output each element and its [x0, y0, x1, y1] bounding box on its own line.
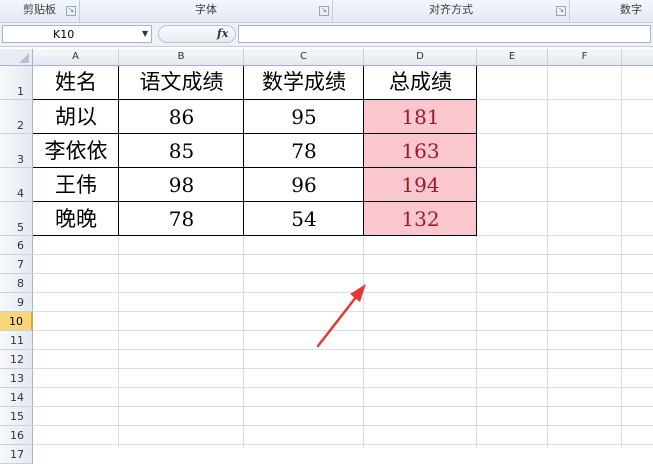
table-borders — [33, 66, 477, 236]
red-arrow-annotation — [316, 284, 366, 348]
